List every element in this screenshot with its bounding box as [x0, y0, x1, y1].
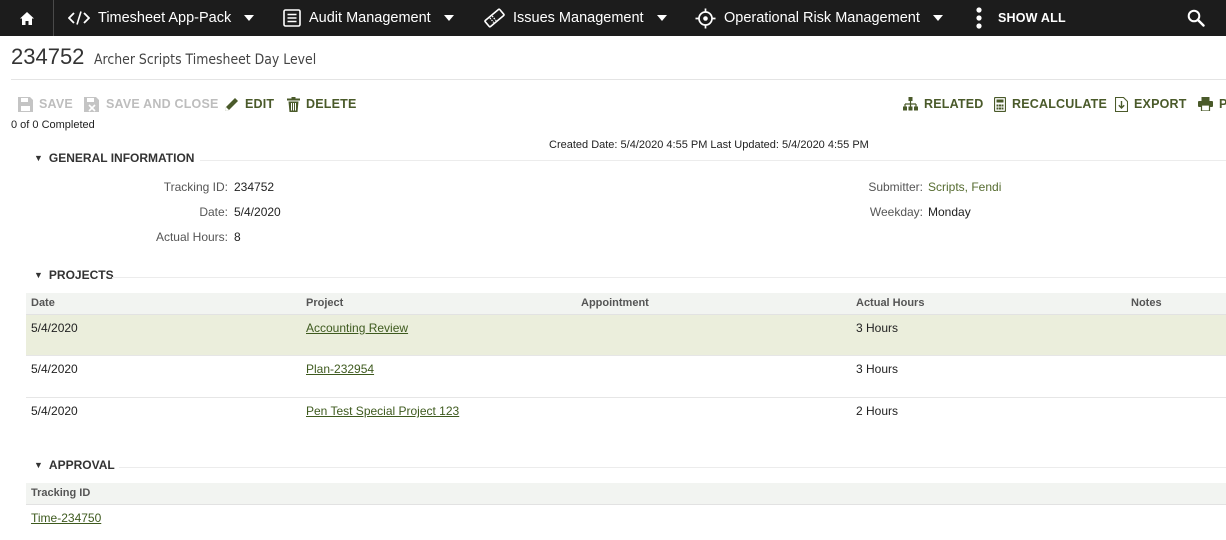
nav-label: Audit Management: [309, 10, 431, 26]
nav-timesheet-app-pack[interactable]: Timesheet App-Pack: [68, 0, 255, 36]
chevron-down-icon: [244, 15, 255, 21]
floppy-disk-close-icon: [84, 96, 100, 112]
save-and-close-label: SAVE AND CLOSE: [106, 97, 219, 111]
nav-label: Issues Management: [513, 10, 644, 26]
record-id: 234752: [11, 44, 85, 69]
pencil-icon: [224, 97, 239, 112]
projects-table-header: Date Project Appointment Actual Hours No…: [26, 293, 1226, 315]
table-row[interactable]: 5/4/2020 Pen Test Special Project 123 2 …: [26, 398, 1226, 440]
home-icon: [19, 11, 34, 25]
column-header-actual-hours[interactable]: Actual Hours: [856, 297, 924, 309]
save-button[interactable]: SAVE: [18, 95, 73, 113]
divider: [119, 467, 1226, 468]
tracking-id-label: Tracking ID:: [163, 180, 228, 194]
column-header-tracking-id[interactable]: Tracking ID: [31, 487, 90, 499]
completion-status: 0 of 0 Completed: [11, 119, 95, 131]
nav-issues-management[interactable]: Issues Management: [484, 0, 667, 36]
date-label: Date:: [199, 205, 228, 219]
nav-label: Operational Risk Management: [724, 10, 920, 26]
column-header-project[interactable]: Project: [306, 297, 343, 309]
save-label: SAVE: [39, 97, 73, 111]
cell-date: 5/4/2020: [31, 362, 78, 376]
cell-actual-hours: 2 Hours: [856, 404, 899, 418]
related-button[interactable]: RELATED: [903, 95, 984, 113]
export-button[interactable]: EXPORT: [1115, 95, 1187, 113]
cell-actual-hours: 3 Hours: [856, 321, 899, 335]
section-approval[interactable]: ▼ APPROVAL: [34, 458, 115, 472]
divider: [11, 79, 1226, 80]
nav-show-all[interactable]: SHOW ALL: [976, 0, 1066, 36]
recalculate-label: RECALCULATE: [1012, 97, 1108, 111]
collapse-triangle-icon: ▼: [34, 270, 43, 280]
nav-label: Timesheet App-Pack: [98, 10, 232, 26]
submitter-label: Submitter:: [868, 180, 923, 194]
calculator-icon: [994, 96, 1006, 112]
record-title: 234752 Archer Scripts Timesheet Day Leve…: [11, 44, 353, 70]
nav-operational-risk-management[interactable]: Operational Risk Management: [695, 0, 943, 36]
table-row[interactable]: 5/4/2020 Accounting Review 3 Hours: [26, 315, 1226, 356]
column-header-date[interactable]: Date: [31, 297, 55, 309]
chevron-down-icon: [443, 15, 454, 21]
edit-label: EDIT: [245, 97, 275, 111]
record-dates: Created Date: 5/4/2020 4:55 PM Last Upda…: [549, 139, 869, 151]
document-icon: [283, 9, 301, 27]
tracking-id-value: 234752: [234, 180, 275, 194]
column-header-appointment[interactable]: Appointment: [581, 297, 649, 309]
recalculate-button[interactable]: RECALCULATE: [994, 95, 1107, 113]
more-vertical-icon: [976, 7, 982, 29]
section-title: GENERAL INFORMATION: [48, 151, 195, 165]
delete-label: DELETE: [306, 97, 357, 111]
top-navigation-bar: Timesheet App-Pack Audit Management Issu…: [0, 0, 1226, 36]
section-general-information[interactable]: ▼ GENERAL INFORMATION: [34, 151, 194, 165]
related-label: RELATED: [924, 97, 984, 111]
cell-actual-hours: 3 Hours: [856, 362, 899, 376]
export-icon: [1115, 96, 1128, 112]
nav-audit-management[interactable]: Audit Management: [283, 0, 454, 36]
save-and-close-button[interactable]: SAVE AND CLOSE: [84, 95, 219, 113]
tracking-id-link[interactable]: Time-234750: [31, 511, 101, 525]
hierarchy-icon: [903, 97, 918, 111]
weekday-value: Monday: [928, 205, 971, 219]
cell-date: 5/4/2020: [31, 321, 78, 335]
table-row[interactable]: Time-234750: [26, 505, 1226, 535]
project-link[interactable]: Plan-232954: [306, 362, 374, 376]
divider: [112, 277, 1226, 278]
code-icon: [68, 11, 90, 25]
section-title: APPROVAL: [48, 458, 115, 472]
floppy-disk-icon: [18, 96, 33, 112]
trash-icon: [287, 96, 300, 112]
collapse-triangle-icon: ▼: [34, 460, 43, 470]
search-button[interactable]: [1187, 9, 1205, 30]
weekday-label: Weekday:: [869, 205, 923, 219]
target-icon: [695, 8, 716, 29]
export-label: EXPORT: [1134, 97, 1187, 111]
print-button[interactable]: P: [1198, 95, 1226, 113]
ticket-icon: [484, 8, 505, 28]
section-title: PROJECTS: [48, 268, 114, 282]
collapse-triangle-icon: ▼: [34, 153, 43, 163]
record-name: Archer Scripts Timesheet Day Level: [94, 52, 317, 68]
date-value: 5/4/2020: [234, 205, 281, 219]
print-label: P: [1219, 97, 1226, 111]
cell-date: 5/4/2020: [31, 404, 78, 418]
section-projects[interactable]: ▼ PROJECTS: [34, 268, 114, 282]
project-link[interactable]: Pen Test Special Project 123: [306, 404, 459, 418]
search-icon: [1187, 9, 1205, 27]
delete-button[interactable]: DELETE: [287, 95, 357, 113]
column-header-notes[interactable]: Notes: [1131, 297, 1162, 309]
divider: [200, 160, 1226, 161]
edit-button[interactable]: EDIT: [224, 95, 274, 113]
chevron-down-icon: [932, 15, 943, 21]
project-link[interactable]: Accounting Review: [306, 321, 408, 335]
approval-table-header: Tracking ID: [26, 483, 1226, 505]
actual-hours-value: 8: [234, 230, 241, 244]
actual-hours-label: Actual Hours:: [155, 230, 228, 244]
submitter-link[interactable]: Scripts, Fendi: [928, 180, 1001, 194]
chevron-down-icon: [656, 15, 667, 21]
home-button[interactable]: [0, 0, 54, 36]
show-all-label: SHOW ALL: [998, 11, 1066, 25]
printer-icon: [1198, 97, 1213, 111]
table-row[interactable]: 5/4/2020 Plan-232954 3 Hours: [26, 356, 1226, 398]
